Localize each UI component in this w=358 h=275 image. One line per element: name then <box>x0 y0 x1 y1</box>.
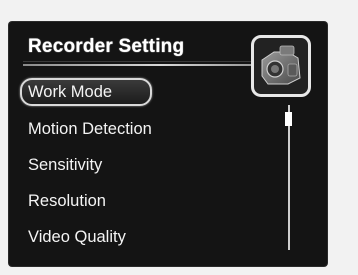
panel-title: Recorder Setting <box>28 36 185 57</box>
device-frame: Recorder Setting Work Mode Motion Detect… <box>0 0 358 275</box>
scrollbar-track[interactable] <box>288 105 290 250</box>
recorder-settings-panel: Recorder Setting Work Mode Motion Detect… <box>9 22 327 266</box>
menu-item-sensitivity[interactable]: Sensitivity <box>28 153 102 177</box>
menu-item-video-quality[interactable]: Video Quality <box>28 225 126 249</box>
menu-item-motion-detection[interactable]: Motion Detection <box>28 117 152 141</box>
camera-icon <box>251 35 311 97</box>
scrollbar-thumb[interactable] <box>285 112 292 126</box>
title-divider <box>23 61 251 66</box>
menu-item-resolution[interactable]: Resolution <box>28 189 106 213</box>
menu-item-work-mode[interactable]: Work Mode <box>20 78 153 106</box>
